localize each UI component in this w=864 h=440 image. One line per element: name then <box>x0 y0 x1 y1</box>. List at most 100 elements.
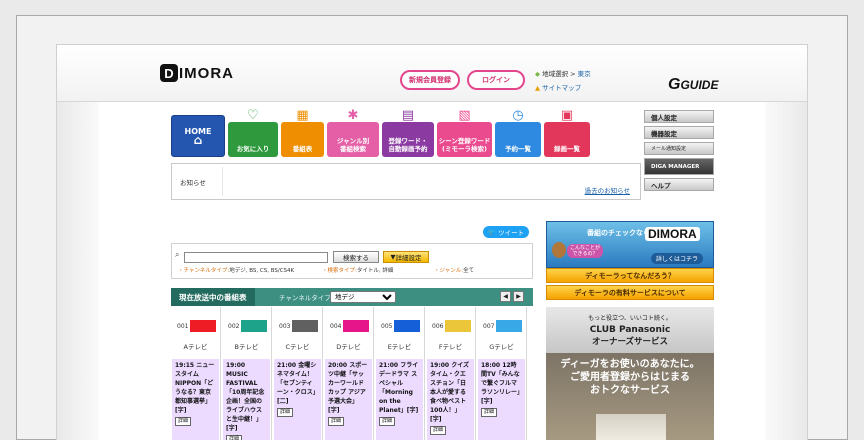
ad-bubble: こんなことが できるの？ <box>567 244 604 258</box>
program-cell[interactable]: 19:00 クイズタイム・クエスチョン「日本人が愛する食べ物ベスト100人！」[… <box>427 359 474 440</box>
region-link[interactable]: 東京 <box>578 70 591 78</box>
advanced-settings-button[interactable]: ▼ 詳細設定 <box>383 251 429 263</box>
program-title: 21:00 金曜シネマタイム！「セブンティーン・クロス」[二] <box>277 362 317 405</box>
search-type-filter: ・検索タイプ:タイトル, 詳細 <box>322 266 393 274</box>
onair-title: 現在放送中の番組表 <box>171 288 255 306</box>
tweet-button[interactable]: 🐦 ツイート <box>483 226 529 238</box>
ad-more-link[interactable]: 詳しくはコチラ <box>651 253 704 264</box>
channel-num-text: 001 <box>177 322 189 330</box>
program-detail-button[interactable]: 詳細 <box>379 417 396 426</box>
channel-number: 002 <box>228 320 268 332</box>
nav-favorites[interactable]: ♡ お気に入り <box>228 109 278 157</box>
program-cell[interactable]: 21:00 フライデードラマ スペシャル「Morning on the Plan… <box>376 359 423 440</box>
channel-type-label: ・チャンネルタイプ: <box>178 268 230 274</box>
onair-channel-type-select[interactable]: 地デジ <box>330 291 396 303</box>
search-input[interactable] <box>184 252 328 263</box>
promo-photo <box>596 414 666 440</box>
channel-name[interactable]: Cテレビ <box>273 341 322 351</box>
nav-genre-search[interactable]: ✱ ジャンル別 番組検索 <box>327 109 379 157</box>
nav-reservations-label: 予約一覧 <box>505 145 531 153</box>
club-panasonic-banner[interactable]: もっと役立つ、いいコト続く。 CLUB Panasonic オーナーズサービス <box>546 307 714 353</box>
program-cell[interactable]: 19:00 MUSIC FASTIVAL「10周年記念企画！全国のライブハウスと… <box>223 359 270 440</box>
channel-color-swatch <box>292 320 319 332</box>
channel-name[interactable]: Eテレビ <box>375 341 424 351</box>
g-guide-logo[interactable]: GGUIDE <box>668 76 718 94</box>
nav-home[interactable]: HOME ⌂ <box>171 115 225 157</box>
channel-number: 003 <box>279 320 319 332</box>
channel-column: 004 Dテレビ 20:00 スポーツ中継「サッカーワールドカップ アジア予選大会」… <box>324 307 374 440</box>
past-news-link[interactable]: 過去のお知らせ <box>585 185 630 195</box>
tv-heart-icon: ♡ <box>247 108 259 123</box>
nav-keyword-recording-label: 登録ワード・ 自動録画予約 <box>388 137 428 153</box>
what-is-dimora-button[interactable]: ディモーラってなんだろう？ <box>546 268 714 283</box>
pana-line3: オーナーズサービス <box>591 337 669 347</box>
search-type-value: タイトル, 詳細 <box>356 268 394 274</box>
mail-settings-button[interactable]: メール通知設定 <box>644 142 714 155</box>
next-arrow-icon[interactable]: ▶ <box>513 291 524 302</box>
channel-number: 004 <box>330 320 370 332</box>
program-detail-button[interactable]: 詳細 <box>175 417 192 426</box>
header-links: ◆ 地域選択 > 東京 ▲ サイトマップ <box>535 67 591 95</box>
onair-channel-type-label: チャンネルタイプ: <box>279 294 333 302</box>
nav-keyword-recording[interactable]: ▤ 登録ワード・ 自動録画予約 <box>382 109 434 157</box>
channel-number: 001 <box>177 320 217 332</box>
home-icon: ⌂ <box>193 133 203 147</box>
channel-name[interactable]: Bテレビ <box>222 341 271 351</box>
news-panel: お知らせ 過去のお知らせ <box>171 163 641 200</box>
news-divider <box>222 167 223 196</box>
login-button[interactable]: ログイン <box>467 70 525 90</box>
region-prefix: 地域選択 > <box>542 70 576 78</box>
channel-number: 005 <box>381 320 421 332</box>
program-detail-button[interactable]: 詳細 <box>481 408 498 417</box>
channel-name[interactable]: Gテレビ <box>477 341 526 351</box>
dimora-check-banner[interactable]: 番組のチェックなら DIMORA こんなことが できるの？ 詳しくはコチラ <box>546 221 714 268</box>
prev-arrow-icon[interactable]: ◀ <box>500 291 511 302</box>
program-cell[interactable]: 20:00 スポーツ中継「サッカーワールドカップ アジア予選大会」[字] 詳細 <box>325 359 372 440</box>
device-settings-button[interactable]: 機器設定 <box>644 126 714 139</box>
logo-d-mark: D <box>160 64 178 82</box>
genre-filter: ・ジャンル:全て <box>434 266 474 274</box>
channel-num-text: 005 <box>381 322 393 330</box>
program-detail-button[interactable]: 詳細 <box>277 408 294 417</box>
keyword-icon: ▤ <box>401 108 415 123</box>
channel-color-swatch <box>343 320 370 332</box>
nav-scene-words[interactable]: ▧ シーン登録ワード (ミモーラ検索) <box>437 109 492 157</box>
channel-name[interactable]: Dテレビ <box>324 341 373 351</box>
site-header: D IMORA 新規会員登録 ログイン ◆ 地域選択 > 東京 ▲ サイトマップ… <box>57 45 807 102</box>
help-button[interactable]: ヘルプ <box>644 178 714 191</box>
tweet-label: ツイート <box>498 229 525 237</box>
nav-reservations[interactable]: ◷ 予約一覧 <box>495 109 541 157</box>
g-guide-text: GUIDE <box>680 78 719 92</box>
diga-registration-banner[interactable]: ディーガをお使いのあなたに。 ご愛用者登録からはじまる おトクなサービス <box>546 353 714 440</box>
main-nav: HOME ⌂ ♡ お気に入り ▦ 番組表 ✱ ジャンル別 番組検索 ▤ 登録ワード・ 自… <box>171 109 590 157</box>
channel-number: 006 <box>432 320 472 332</box>
sitemap-link[interactable]: サイトマップ <box>542 84 581 92</box>
paid-service-button[interactable]: ディモーラの有料サービスについて <box>546 285 714 300</box>
channel-num-text: 007 <box>483 322 495 330</box>
nav-program-guide-label: 番組表 <box>292 145 313 153</box>
diga-manager-button[interactable]: DIGA MANAGER <box>644 158 714 175</box>
diga-line3: おトクなサービス <box>590 385 670 396</box>
nav-favorites-label: お気に入り <box>236 145 270 153</box>
program-detail-button[interactable]: 詳細 <box>328 417 345 426</box>
channel-num-text: 002 <box>228 322 240 330</box>
dimora-logo[interactable]: D IMORA <box>160 62 234 84</box>
program-cell[interactable]: 18:00 12時間TV「みんなで繋ぐフルマラソンリレー」[字] 詳細 <box>478 359 525 440</box>
channel-column: 005 Eテレビ 21:00 フライデードラマ スペシャル「Morning on t… <box>375 307 425 440</box>
channel-type-value: 地デジ, BS, CS, BS/CS4K <box>229 268 295 274</box>
channel-column: 006 Fテレビ 19:00 クイズタイム・クエスチョン「日本人が愛する食べ物ベスト… <box>426 307 476 440</box>
program-detail-button[interactable]: 詳細 <box>226 435 243 440</box>
signup-button[interactable]: 新規会員登録 <box>400 70 460 90</box>
nav-program-guide[interactable]: ▦ 番組表 <box>281 109 324 157</box>
channel-name[interactable]: Fテレビ <box>426 341 475 351</box>
nav-recordings[interactable]: ▣ 録画一覧 <box>544 109 590 157</box>
program-cell[interactable]: 19:15 ニュースタイム NIPPON「どうなる？東京都知事選挙」[字] 詳細 <box>172 359 219 440</box>
program-detail-button[interactable]: 詳細 <box>430 426 447 435</box>
channel-num-text: 006 <box>432 322 444 330</box>
search-button[interactable]: 検索する <box>333 251 379 263</box>
channel-number: 007 <box>483 320 523 332</box>
program-cell[interactable]: 21:00 金曜シネマタイム！「セブンティーン・クロス」[二] 詳細 <box>274 359 321 440</box>
personal-settings-button[interactable]: 個人設定 <box>644 110 714 123</box>
page: D IMORA 新規会員登録 ログイン ◆ 地域選択 > 東京 ▲ サイトマップ… <box>56 44 808 440</box>
channel-name[interactable]: Aテレビ <box>171 341 220 351</box>
